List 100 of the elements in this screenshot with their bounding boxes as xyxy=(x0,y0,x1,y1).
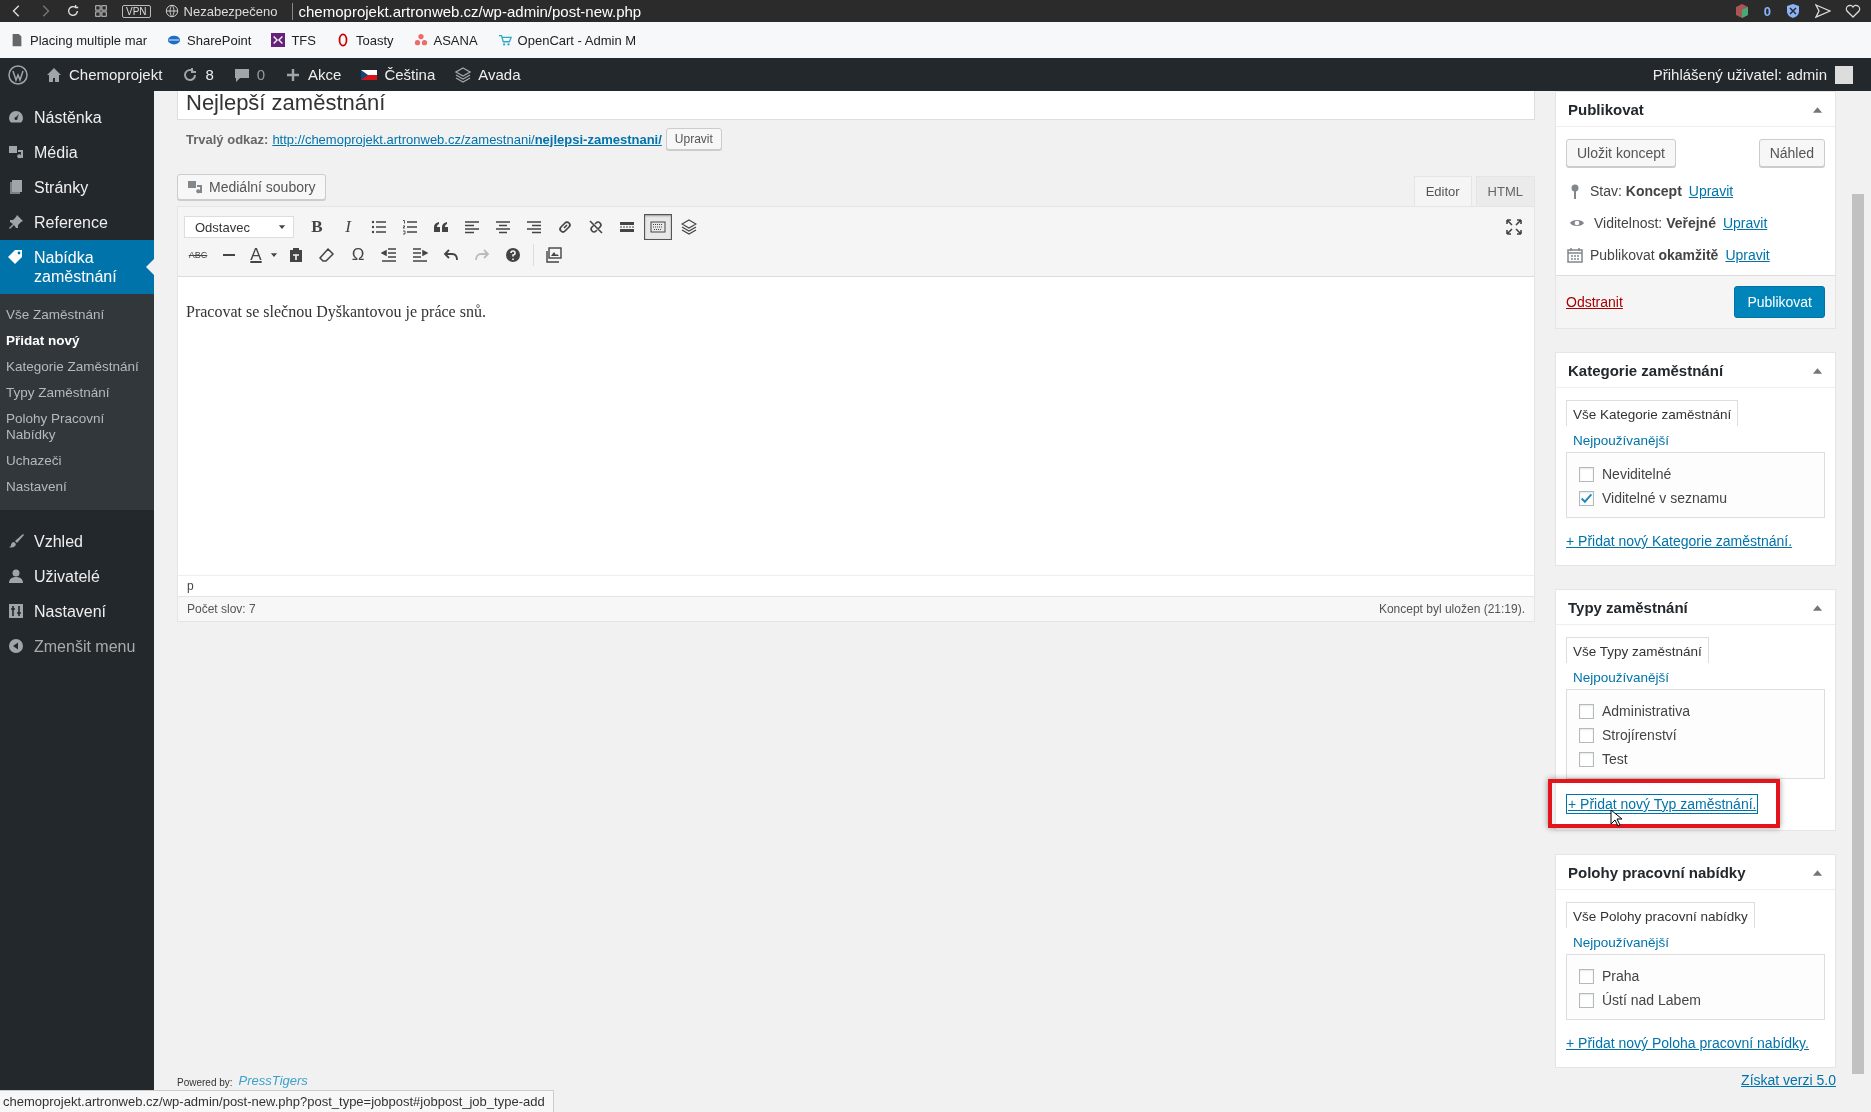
checkbox[interactable] xyxy=(1579,703,1594,719)
italic-button[interactable]: I xyxy=(334,214,362,240)
bookmark-link[interactable]: TFS xyxy=(271,32,316,48)
checkbox[interactable] xyxy=(1579,466,1594,482)
heart-icon xyxy=(1845,3,1861,19)
page-icon xyxy=(10,33,24,47)
sidebar-menu-item[interactable]: Stránky xyxy=(0,170,154,205)
sidebar-menu-item[interactable]: Reference xyxy=(0,205,154,240)
submenu-item[interactable]: Přidat nový xyxy=(0,328,154,354)
sidebar-menu-item[interactable]: Nabídka zaměstnání xyxy=(0,240,154,294)
avatar[interactable] xyxy=(1835,65,1853,84)
taxonomy-tab[interactable]: Nejpoužívanější xyxy=(1566,663,1677,689)
new-item-link[interactable]: Akce xyxy=(275,58,352,91)
bookmark-link[interactable]: Placing multiple mar xyxy=(10,32,148,48)
delete-link[interactable]: Odstranit xyxy=(1566,294,1623,310)
updates-link[interactable]: 8 xyxy=(172,58,224,91)
pushpin-icon xyxy=(8,214,24,230)
taxonomy-tab[interactable]: Nejpoužívanější xyxy=(1566,928,1677,954)
sidebar-menu-item[interactable]: Nastavení xyxy=(0,594,154,629)
word-count: Počet slov: 7 xyxy=(187,602,256,616)
submenu-item[interactable]: Typy Zaměstnání xyxy=(0,380,154,406)
submenu-item[interactable]: Kategorie Zaměstnání xyxy=(0,354,154,380)
box-title: Publikovat xyxy=(1568,100,1644,118)
text-color-button[interactable]: A xyxy=(246,242,266,268)
save-draft-button[interactable]: Uložit koncept xyxy=(1566,139,1676,167)
checkbox[interactable] xyxy=(1579,751,1594,767)
editor-tab[interactable]: HTML xyxy=(1475,176,1535,206)
submenu-item[interactable]: Polohy Pracovní Nabídky xyxy=(0,406,154,448)
status-url: chemoprojekt.artronweb.cz/wp-admin/post-new.php?post_type=jobpost#jobpost_job_type-add xyxy=(0,1090,554,1112)
title-field[interactable]: Nejlepší zaměstnání xyxy=(177,91,1535,120)
format-select[interactable]: Odstavec xyxy=(184,216,294,238)
taxonomy-tab[interactable]: Vše Typy zaměstnání xyxy=(1566,637,1709,663)
collapse-arrow-icon xyxy=(1812,867,1823,877)
strikethrough-button[interactable]: ABC xyxy=(184,242,212,268)
taxonomy-tab[interactable]: Nejpoužívanější xyxy=(1566,426,1677,452)
editor-tab[interactable]: Editor xyxy=(1413,176,1472,206)
sidebar-menu-item[interactable]: Nástěnka xyxy=(0,100,154,135)
align-left-icon xyxy=(464,219,480,235)
checkbox[interactable] xyxy=(1579,727,1594,743)
address-bar[interactable]: chemoprojekt.artronweb.cz/wp-admin/post-new.php xyxy=(291,2,642,20)
redo-icon xyxy=(474,247,490,263)
fullscreen-icon xyxy=(1506,219,1522,235)
settings-icon xyxy=(8,603,24,619)
sidebar-menu-item[interactable]: Média xyxy=(0,135,154,170)
sidebar-menu-item[interactable]: Vzhled xyxy=(0,524,154,559)
security-label: Nezabezpečeno xyxy=(183,3,278,19)
bold-button[interactable]: B xyxy=(303,214,331,240)
apps-grid-icon xyxy=(94,4,108,18)
preview-button[interactable]: Náhled xyxy=(1758,139,1825,167)
vpn-badge[interactable]: VPN xyxy=(122,4,151,18)
permalink-link[interactable]: http://chemoprojekt.artronweb.cz/zamestnani/nejlepsi-zamestnani/ xyxy=(272,131,662,147)
help-icon xyxy=(505,247,521,263)
bookmark-link[interactable]: OpenCart - Admin M xyxy=(497,32,637,48)
checkbox-label: Test xyxy=(1602,751,1628,767)
send-icon xyxy=(1815,3,1831,19)
special-character-button[interactable]: Ω xyxy=(344,242,372,268)
eraser-icon xyxy=(319,247,335,263)
add-media-button[interactable]: Mediální soubory xyxy=(177,174,326,200)
reload-icon xyxy=(66,4,80,18)
comments-link[interactable]: 0 xyxy=(223,58,276,91)
pages-icon xyxy=(8,179,24,195)
media-icon xyxy=(187,179,203,195)
sidebar-menu-item[interactable]: Zmenšit menu xyxy=(0,629,154,664)
checkbox-label: Administrativa xyxy=(1602,703,1690,719)
checkbox[interactable] xyxy=(1579,490,1594,506)
checkbox[interactable] xyxy=(1579,992,1594,1008)
account-link[interactable]: Přihlášený uživatel: admin xyxy=(1642,58,1827,91)
bookmark-link[interactable]: SharePoint xyxy=(167,32,252,48)
add-new-link[interactable]: + Přidat nový Kategorie zaměstnání. xyxy=(1566,533,1793,549)
version-link[interactable]: Získat verzi 5.0 xyxy=(1741,1072,1836,1088)
sidebar-menu-item[interactable]: Uživatelé xyxy=(0,559,154,594)
theme-link[interactable]: Avada xyxy=(445,58,531,91)
powered-by-label: Powered by: xyxy=(177,1077,233,1088)
edit-link[interactable]: Upravit xyxy=(1688,183,1734,199)
bookmark-link[interactable]: ASANA xyxy=(413,32,478,48)
toolbar-toggle-button[interactable] xyxy=(644,214,672,240)
globe-icon xyxy=(164,4,179,18)
collapse-arrow-icon xyxy=(1812,104,1823,114)
publish-button[interactable]: Publikovat xyxy=(1734,286,1825,318)
dashboard-gauge-icon xyxy=(8,109,24,125)
submenu-item[interactable]: Vše Zaměstnání xyxy=(0,302,154,328)
refresh-icon xyxy=(182,66,199,83)
add-new-link[interactable]: + Přidat nový Poloha pracovní nabídky. xyxy=(1566,1035,1809,1051)
language-link[interactable]: Čeština xyxy=(351,58,446,91)
plus-icon xyxy=(285,66,302,83)
submenu-item[interactable]: Uchazeči xyxy=(0,448,154,474)
taxonomy-tab[interactable]: Vše Polohy pracovní nabídky xyxy=(1566,902,1755,928)
taxonomy-tab[interactable]: Vše Kategorie zaměstnání xyxy=(1566,400,1739,426)
bookmark-link[interactable]: Toasty xyxy=(335,32,394,48)
scrollbar-thumb[interactable] xyxy=(1851,194,1864,1074)
comment-icon xyxy=(233,66,250,83)
edit-link[interactable]: Upravit xyxy=(1722,215,1768,231)
three-dots-icon xyxy=(413,33,428,47)
extension-count: 0 xyxy=(1763,3,1771,19)
site-name-link[interactable]: Chemoprojekt xyxy=(36,58,173,91)
submenu-item[interactable]: Nastavení xyxy=(0,474,154,500)
edit-permalink-button[interactable]: Upravit xyxy=(665,128,722,150)
checkbox[interactable] xyxy=(1579,968,1594,984)
edit-link[interactable]: Upravit xyxy=(1725,247,1770,263)
add-new-link[interactable]: + Přidat nový Typ zaměstnání. xyxy=(1568,796,1757,812)
